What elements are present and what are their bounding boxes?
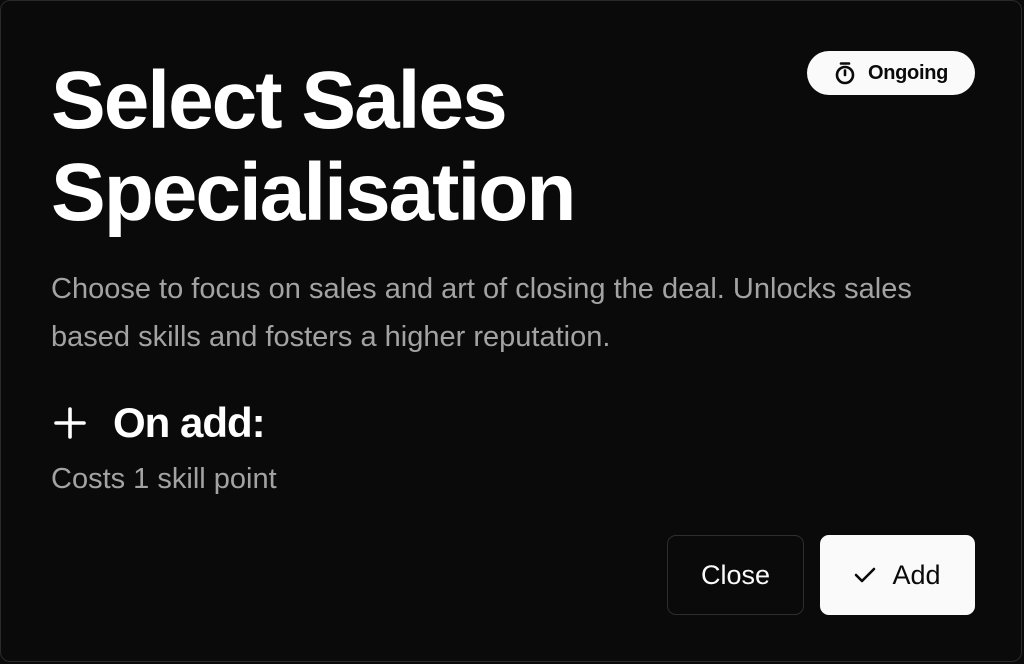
dialog-description: Choose to focus on sales and art of clos…	[51, 273, 912, 353]
plus-icon	[53, 406, 87, 440]
check-icon	[854, 566, 876, 584]
specialisation-dialog: Select Sales Specialisation Ongoing Choo…	[0, 0, 1022, 662]
status-badge: Ongoing	[807, 51, 975, 95]
close-button-label: Close	[700, 559, 771, 590]
dialog-title: Select Sales Specialisation	[51, 55, 576, 238]
add-button[interactable]: Add	[820, 535, 975, 615]
on-add-label: On add:	[113, 399, 266, 446]
cost-text: Costs 1 skill point	[51, 463, 277, 495]
status-badge-label: Ongoing	[867, 61, 949, 84]
on-add-heading: On add:	[53, 399, 266, 447]
close-button[interactable]: Close	[667, 535, 804, 615]
timer-icon	[834, 61, 856, 85]
add-button-label: Add	[892, 559, 941, 590]
